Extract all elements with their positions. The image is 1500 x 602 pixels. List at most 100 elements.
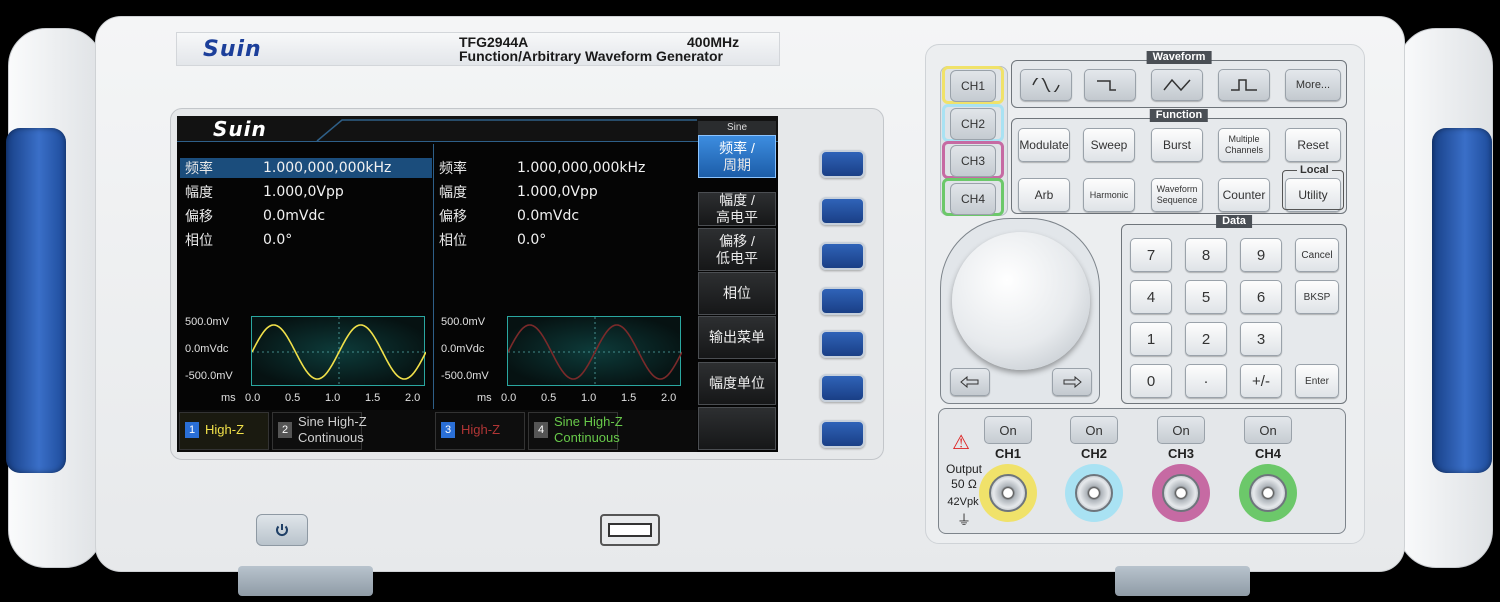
ch-status-line1: Sine High-Z [298,414,367,429]
numpad-key[interactable]: 4 [1130,280,1172,314]
plot-x-tick: 1.0 [581,392,597,404]
channel-ch4-button[interactable]: CH4 [950,182,996,215]
output-ch3-on-button[interactable]: On [1157,416,1205,444]
channel-ch1-button[interactable]: CH1 [950,70,996,102]
softkey-6[interactable] [820,374,865,402]
output-ch3-connector[interactable] [1152,464,1210,522]
softkey-1[interactable] [820,150,865,178]
softmenu-item-1[interactable]: 频率 / 周期 [698,135,776,178]
pulse-wave-button[interactable] [1218,69,1270,101]
square-wave-button[interactable] [1084,69,1136,101]
function-key[interactable]: Arb [1018,178,1070,212]
numpad-key[interactable]: · [1185,364,1227,398]
plot-y-label: 500.0mV [441,316,486,328]
softkey-2[interactable] [820,197,865,225]
softmenu-item-2[interactable]: 幅度 / 高电平 [698,192,776,226]
numpad-key[interactable]: 8 [1185,238,1227,272]
ch2-param-value[interactable]: 1.000,0Vpp [517,182,687,202]
ramp-wave-button[interactable] [1151,69,1203,101]
power-button[interactable] [256,514,308,546]
softmenu-line1: 幅度单位 [709,375,765,391]
plot-x-tick: 0.0 [245,392,261,404]
function-group-title: Function [1149,109,1209,122]
left-foot [238,566,373,596]
function-key[interactable]: Sweep [1083,128,1135,162]
numpad-key[interactable]: 3 [1240,322,1282,356]
output-ch2-on-button[interactable]: On [1070,416,1118,444]
sine-icon [1032,78,1060,92]
softmenu-line1: 偏移 / [719,232,755,249]
output-ch2-connector[interactable] [1065,464,1123,522]
waveform-group-title: Waveform [1146,51,1212,64]
ch-status-number: 1 [185,422,199,438]
numpad-key[interactable]: 1 [1130,322,1172,356]
ch1-param-value[interactable]: 1.000,0Vpp [263,182,433,202]
output-ch4-on-button[interactable]: On [1244,416,1292,444]
more-waveform-button[interactable]: More... [1285,69,1341,101]
softkey-7[interactable] [820,420,865,448]
bnc-connector-icon [1075,474,1113,512]
bnc-connector-icon [1249,474,1287,512]
softkey-3[interactable] [820,242,865,270]
softmenu-line1: 频率 / [719,139,755,156]
ch-status-line1: High-Z [205,422,245,437]
function-key[interactable]: Harmonic [1083,178,1135,212]
screen-header: Suin [177,116,778,142]
channel-ch3-button[interactable]: CH3 [950,145,996,177]
sine-wave-button[interactable] [1020,69,1072,101]
softkey-4[interactable] [820,287,865,315]
numpad-key[interactable]: Cancel [1295,238,1339,272]
function-key[interactable]: Modulate [1018,128,1070,162]
numpad-key[interactable]: 6 [1240,280,1282,314]
numpad-key[interactable]: 7 [1130,238,1172,272]
ch2-param-value[interactable]: 1.000,000,000kHz [517,158,687,178]
numpad-key[interactable]: BKSP [1295,280,1339,314]
numpad-key[interactable]: +/- [1240,364,1282,398]
ch1-param-value[interactable]: 0.0mVdc [263,206,433,226]
output-ch4-connector[interactable] [1239,464,1297,522]
plot-x-tick: 1.5 [365,392,381,404]
ch2-param-value[interactable]: 0.0° [517,230,687,250]
ch1-param-label: 相位 [185,232,213,248]
plot-x-unit: ms [477,392,492,404]
ch1-sine-trace [251,317,427,387]
function-key[interactable]: Reset [1285,128,1341,162]
softkey-5[interactable] [820,330,865,358]
function-key[interactable]: Waveform Sequence [1151,178,1203,212]
softmenu-item-4[interactable]: 相位 [698,272,776,315]
model-label-strip: Suin TFG2944A 400MHz Function/Arbitrary … [176,32,780,66]
output-ch1-on-button[interactable]: On [984,416,1032,444]
softmenu-item-5[interactable]: 输出菜单 [698,316,776,359]
function-key[interactable]: Burst [1151,128,1203,162]
numpad-key[interactable]: 9 [1240,238,1282,272]
ch-status-number: 4 [534,422,548,438]
softmenu-item-7[interactable] [698,407,776,450]
function-key[interactable]: Multiple Channels [1218,128,1270,162]
softmenu-item-6[interactable]: 幅度单位 [698,362,776,405]
plot-x-tick: 0.5 [285,392,301,404]
local-frame: Local [1282,164,1344,210]
ch-status-number: 3 [441,422,455,438]
channel-ch2-button[interactable]: CH2 [950,107,996,140]
numpad-key[interactable]: 2 [1185,322,1227,356]
function-key[interactable]: Counter [1218,178,1270,212]
numpad-key[interactable]: 0 [1130,364,1172,398]
ch-status-line2: Continuous [298,430,364,445]
numpad-key[interactable]: Enter [1295,364,1339,398]
left-arrow-button[interactable] [950,368,990,396]
left-grip [6,128,66,473]
ch2-param-value[interactable]: 0.0mVdc [517,206,687,226]
numpad-key[interactable]: 5 [1185,280,1227,314]
right-arrow-button[interactable] [1052,368,1092,396]
rotary-knob[interactable] [952,232,1090,370]
local-label: Local [1297,164,1332,176]
usb-port[interactable] [600,514,660,546]
softmenu-item-3[interactable]: 偏移 / 低电平 [698,228,776,271]
plot-y-label: 0.0mVdc [185,343,229,355]
softmenu-line1: 输出菜单 [709,329,765,345]
output-ch1-connector[interactable] [979,464,1037,522]
ch-status-line2: Continuous [554,430,620,445]
ch1-param-value[interactable]: 1.000,000,000kHz [263,158,433,178]
ch2-waveform-plot [507,316,683,387]
ch1-param-value[interactable]: 0.0° [263,230,433,250]
